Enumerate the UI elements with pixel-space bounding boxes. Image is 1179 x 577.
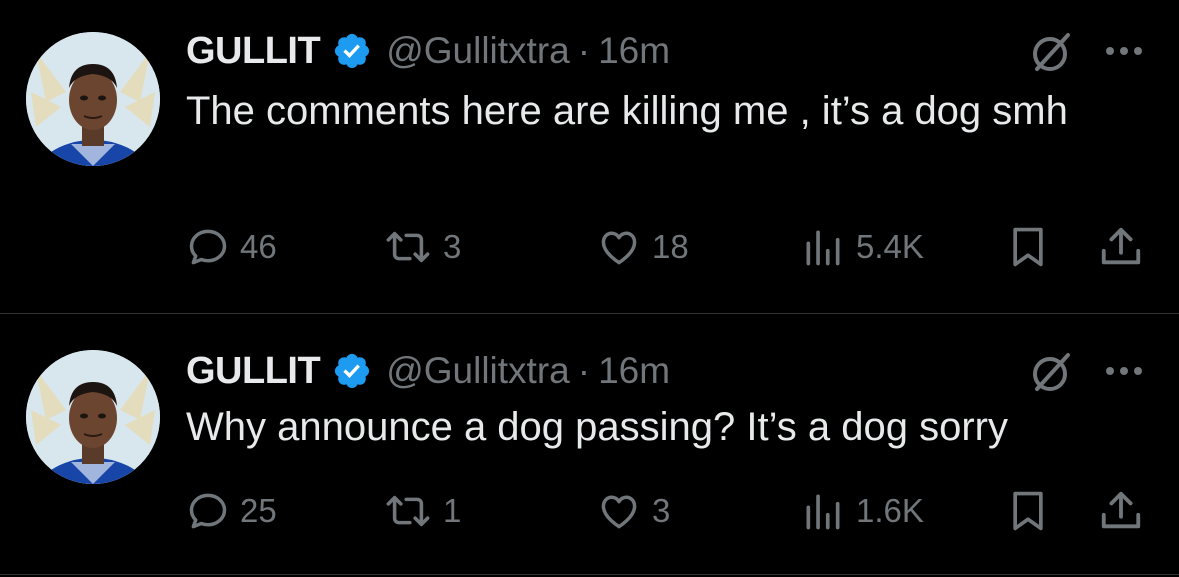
tweet-actions: 25 1 3 1.6K <box>0 486 1179 536</box>
share-icon <box>1101 491 1141 529</box>
tweet-header: GULLIT @Gullitxtra · 16m <box>186 28 670 74</box>
display-name[interactable]: GULLIT <box>186 350 321 393</box>
views-icon <box>806 494 840 530</box>
more-icon[interactable] <box>1102 41 1146 61</box>
bookmark-icon <box>1013 227 1043 267</box>
views-button[interactable]: 5.4K <box>800 222 924 272</box>
verified-badge-icon[interactable] <box>332 31 372 71</box>
timestamp[interactable]: 16m <box>598 350 670 392</box>
bookmark-icon <box>1013 491 1043 531</box>
tweet-actions: 46 3 18 5.4K <box>0 222 1179 272</box>
reply-icon <box>189 493 227 529</box>
like-button[interactable]: 3 <box>596 486 670 536</box>
retweet-icon <box>386 231 430 263</box>
views-count: 5.4K <box>856 228 924 265</box>
tweet-divider <box>0 574 1179 575</box>
like-icon <box>601 231 637 265</box>
bookmark-button[interactable] <box>1006 486 1050 536</box>
share-icon <box>1101 227 1141 265</box>
handle[interactable]: @Gullitxtra <box>386 350 570 392</box>
like-icon <box>601 495 637 529</box>
display-name[interactable]: GULLIT <box>186 30 321 73</box>
retweet-count: 3 <box>443 228 462 265</box>
reply-button[interactable]: 25 <box>186 486 277 536</box>
views-count: 1.6K <box>856 492 924 529</box>
tweet-text: The comments here are killing me , it’s … <box>186 89 1068 133</box>
like-count: 3 <box>652 492 671 529</box>
share-button[interactable] <box>1098 486 1144 536</box>
retweet-button[interactable]: 1 <box>383 486 461 536</box>
like-count: 18 <box>652 228 689 265</box>
retweet-count: 1 <box>443 492 462 529</box>
more-icon[interactable] <box>1102 361 1146 381</box>
reply-count: 46 <box>240 228 277 265</box>
reply-count: 25 <box>240 492 277 529</box>
separator: · <box>577 350 591 391</box>
handle[interactable]: @Gullitxtra <box>386 30 570 72</box>
retweet-icon <box>386 495 430 527</box>
grok-icon[interactable] <box>1028 349 1074 395</box>
share-button[interactable] <box>1098 222 1144 272</box>
reply-icon <box>189 229 227 265</box>
bookmark-button[interactable] <box>1006 222 1050 272</box>
separator: · <box>577 30 591 71</box>
views-icon <box>806 230 840 266</box>
tweet[interactable]: GULLIT @Gullitxtra · 16m The comments he… <box>0 0 1179 313</box>
tweet-text: Why announce a dog passing? It’s a dog s… <box>186 405 1008 449</box>
verified-badge-icon[interactable] <box>332 351 372 391</box>
like-button[interactable]: 18 <box>596 222 689 272</box>
avatar[interactable] <box>26 350 160 484</box>
avatar[interactable] <box>26 32 160 166</box>
tweet-header: GULLIT @Gullitxtra · 16m <box>186 348 670 394</box>
reply-button[interactable]: 46 <box>186 222 277 272</box>
retweet-button[interactable]: 3 <box>383 222 461 272</box>
views-button[interactable]: 1.6K <box>800 486 924 536</box>
timestamp[interactable]: 16m <box>598 30 670 72</box>
tweet[interactable]: GULLIT @Gullitxtra · 16m Why announce a … <box>0 314 1179 577</box>
grok-icon[interactable] <box>1028 29 1074 75</box>
